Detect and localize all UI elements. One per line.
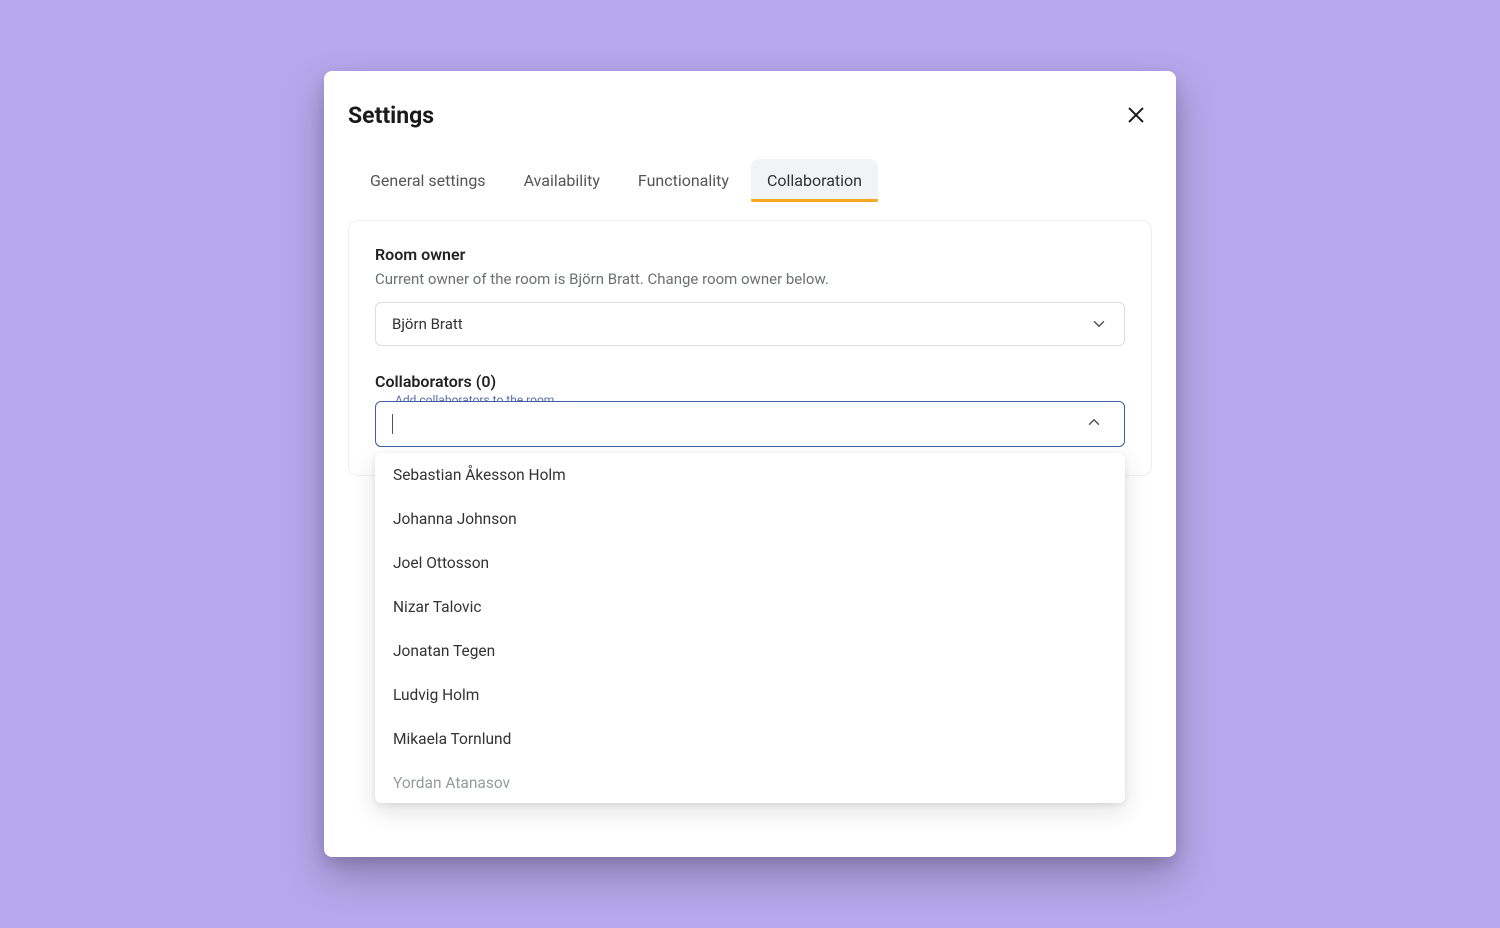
- collaborator-option[interactable]: Johanna Johnson: [375, 497, 1125, 541]
- tab-general-settings[interactable]: General settings: [354, 159, 502, 202]
- collaborators-heading: Collaborators (0): [375, 372, 1125, 391]
- settings-tabs: General settings Availability Functional…: [348, 159, 1152, 202]
- close-button[interactable]: [1120, 99, 1152, 131]
- settings-modal: Settings General settings Availability F…: [324, 71, 1176, 857]
- collaborators-combobox[interactable]: [375, 401, 1125, 447]
- modal-title: Settings: [348, 102, 434, 129]
- collaborator-option[interactable]: Nizar Talovic: [375, 585, 1125, 629]
- tab-availability[interactable]: Availability: [508, 159, 616, 202]
- close-icon: [1125, 104, 1147, 126]
- collaborator-option[interactable]: Joel Ottosson: [375, 541, 1125, 585]
- collaborator-option[interactable]: Yordan Atanasov: [375, 761, 1125, 803]
- collaborators-combobox-wrap: Add collaborators to the room Sebastian …: [375, 401, 1125, 447]
- collaboration-panel: Room owner Current owner of the room is …: [348, 220, 1152, 476]
- room-owner-select[interactable]: Björn Bratt: [375, 302, 1125, 346]
- tab-functionality[interactable]: Functionality: [622, 159, 745, 202]
- text-cursor: [392, 414, 393, 434]
- room-owner-description: Current owner of the room is Björn Bratt…: [375, 270, 1125, 288]
- chevron-down-icon: [1090, 315, 1108, 333]
- room-owner-heading: Room owner: [375, 245, 1125, 264]
- collaborator-option[interactable]: Mikaela Tornlund: [375, 717, 1125, 761]
- chevron-up-icon[interactable]: [1082, 410, 1106, 438]
- room-owner-selected-value: Björn Bratt: [392, 315, 463, 333]
- collaborators-dropdown: Sebastian Åkesson Holm Johanna Johnson J…: [375, 453, 1125, 803]
- tab-collaboration[interactable]: Collaboration: [751, 159, 878, 202]
- modal-header: Settings: [348, 95, 1152, 141]
- collaborator-option[interactable]: Sebastian Åkesson Holm: [375, 453, 1125, 497]
- collaborator-option[interactable]: Jonatan Tegen: [375, 629, 1125, 673]
- collaborator-option[interactable]: Ludvig Holm: [375, 673, 1125, 717]
- collaborators-input[interactable]: [392, 416, 1080, 433]
